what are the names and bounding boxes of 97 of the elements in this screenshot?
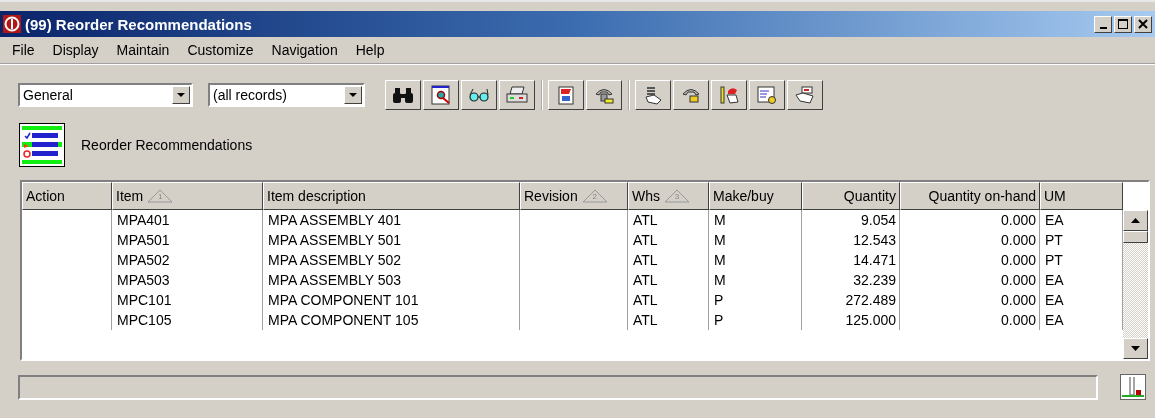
- table-cell: PT: [1045, 252, 1063, 268]
- toolbar-button[interactable]: [749, 80, 785, 110]
- menu-item[interactable]: Navigation: [262, 42, 347, 58]
- column-header[interactable]: Whs 3: [628, 182, 709, 210]
- maximize-button[interactable]: [1114, 15, 1132, 33]
- table-cell: MPC101: [117, 292, 172, 308]
- activity-meter-icon: [1120, 374, 1146, 400]
- table-cell: MPA ASSEMBLY 503: [268, 272, 402, 288]
- table-cell: P: [714, 312, 724, 328]
- table-cell: MPA ASSEMBLY 501: [268, 232, 402, 248]
- maximize-icon: [1118, 19, 1128, 29]
- table-cell: P: [714, 292, 724, 308]
- table-cell: MPA ASSEMBLY 401: [268, 212, 402, 228]
- column-header[interactable]: Item 1: [112, 182, 263, 210]
- menu-item[interactable]: File: [9, 42, 44, 58]
- menu-item[interactable]: Customize: [178, 42, 263, 58]
- table-cell: 12.543: [853, 232, 896, 248]
- page-heading: Reorder Recommendations: [81, 137, 253, 153]
- window-title: (99) Reorder Recommendations: [25, 15, 253, 33]
- sort-indicator: 3: [664, 189, 690, 203]
- column-header[interactable]: Action: [22, 182, 112, 210]
- table-cell: MPA502: [117, 252, 170, 268]
- table-cell: M: [714, 252, 726, 268]
- toolbar-button[interactable]: [461, 80, 497, 110]
- table-cell: EA: [1045, 292, 1064, 308]
- document-icon: [555, 85, 577, 105]
- print-button[interactable]: [499, 80, 535, 110]
- tools-icon: [718, 85, 740, 105]
- menu-item[interactable]: Maintain: [107, 42, 179, 58]
- scroll-up-button[interactable]: [1123, 210, 1148, 231]
- caret-icon: [349, 92, 357, 98]
- toolbar-button[interactable]: [586, 80, 622, 110]
- minimize-icon: [1099, 26, 1107, 29]
- menu-item[interactable]: Display: [43, 42, 108, 58]
- table-cell: EA: [1045, 312, 1064, 328]
- table-cell: ATL: [633, 232, 658, 248]
- table-cell: MPA401: [117, 212, 170, 228]
- close-button[interactable]: [1134, 15, 1152, 33]
- table-cell: PT: [1045, 232, 1063, 248]
- table-cell: MPA COMPONENT 105: [268, 312, 419, 328]
- table-cell: EA: [1045, 272, 1064, 288]
- app-logo-icon: [3, 15, 21, 33]
- printer-icon: [506, 85, 528, 105]
- table-cell: 125.000: [845, 312, 896, 328]
- table-cell: ATL: [633, 292, 658, 308]
- toolbar-button[interactable]: [673, 80, 709, 110]
- table-cell: MPA503: [117, 272, 170, 288]
- table-cell: 0.000: [1000, 212, 1036, 228]
- table-cell: M: [714, 272, 726, 288]
- toolbar-button[interactable]: [423, 80, 459, 110]
- table-cell: ATL: [633, 212, 658, 228]
- filter-dropdown[interactable]: (all records): [208, 83, 365, 107]
- minimize-button[interactable]: [1094, 15, 1112, 33]
- toolbar-button[interactable]: [787, 80, 823, 110]
- down-arrow-icon: [1131, 346, 1140, 351]
- up-arrow-icon: [1131, 218, 1140, 223]
- column-header[interactable]: Quantity on-hand: [900, 182, 1040, 210]
- table-cell: 32.239: [853, 272, 896, 288]
- table-cell: EA: [1045, 212, 1064, 228]
- caret-icon: [177, 92, 185, 98]
- table-cell: 14.471: [853, 252, 896, 268]
- column-header[interactable]: Quantity: [802, 182, 900, 210]
- table-cell: 272.489: [845, 292, 896, 308]
- table-cell: MPA ASSEMBLY 502: [268, 252, 402, 268]
- toolbar-button[interactable]: [548, 80, 584, 110]
- table-cell: 0.000: [1000, 292, 1036, 308]
- menu-item[interactable]: Help: [346, 42, 394, 58]
- sort-indicator: 2: [581, 189, 608, 203]
- toolbar-button[interactable]: [711, 80, 747, 110]
- table-cell: ATL: [633, 252, 658, 268]
- table-cell: MPA501: [117, 232, 170, 248]
- table-cell: ATL: [633, 312, 658, 328]
- table-cell: 0.000: [1000, 272, 1036, 288]
- find-button[interactable]: [385, 80, 421, 110]
- table-cell: 9.054: [860, 212, 896, 228]
- column-header[interactable]: Revision 2: [520, 182, 628, 210]
- column-header[interactable]: Make/buy: [709, 182, 802, 210]
- table-cell: 0.000: [1000, 312, 1036, 328]
- form-gear-icon: [756, 85, 778, 105]
- table-cell: 0.000: [1000, 232, 1036, 248]
- column-header[interactable]: Item description: [263, 182, 520, 210]
- window-search-icon: [430, 85, 452, 105]
- scroll-thumb[interactable]: [1123, 231, 1148, 243]
- binoculars-icon: [392, 85, 414, 105]
- table-cell: M: [714, 232, 726, 248]
- table-cell: MPA COMPONENT 101: [268, 292, 419, 308]
- scroll-down-button[interactable]: [1123, 338, 1148, 359]
- table-cell: ATL: [633, 272, 658, 288]
- table-cell: 0.000: [1000, 252, 1036, 268]
- table-cell: MPC105: [117, 312, 172, 328]
- table-cell: M: [714, 212, 726, 228]
- close-icon: [1138, 19, 1148, 29]
- toolbar-button[interactable]: [635, 80, 671, 110]
- view-dropdown[interactable]: General: [18, 83, 193, 107]
- column-header[interactable]: UM: [1040, 182, 1123, 210]
- sort-indicator: 1: [147, 189, 174, 203]
- reorder-list-icon: [19, 123, 65, 167]
